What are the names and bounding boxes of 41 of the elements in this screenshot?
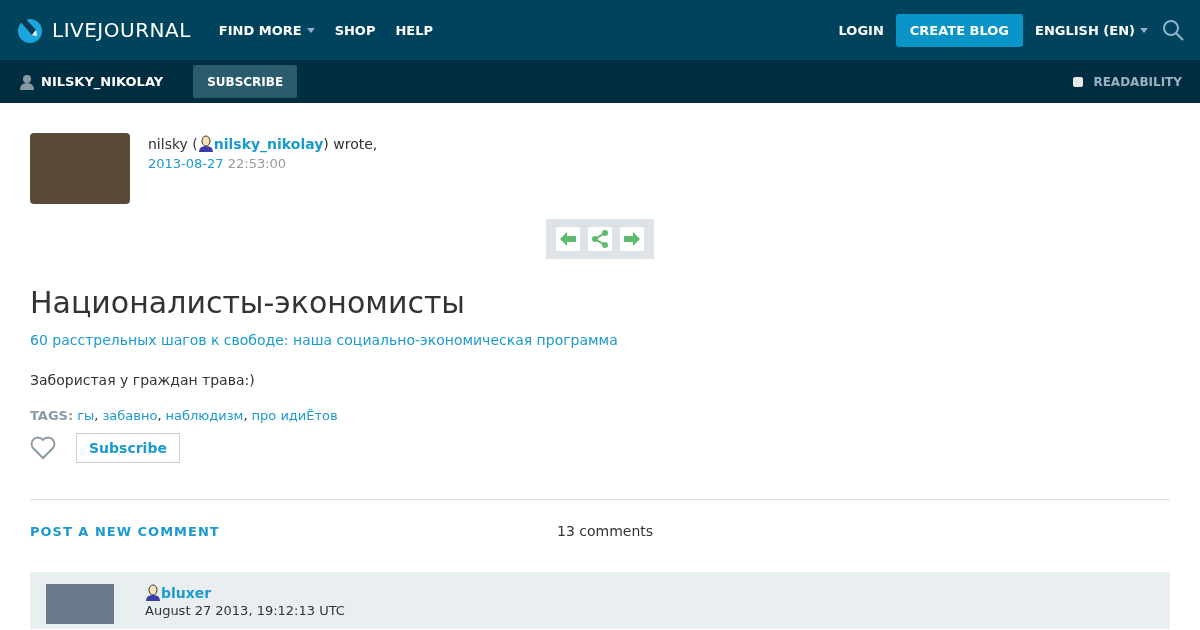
readability-label[interactable]: READABILITY: [1093, 74, 1182, 89]
logo-wordmark[interactable]: LIVEJOURNAL: [52, 18, 191, 42]
photo-placeholder: [46, 584, 114, 624]
post-time: 22:53:00: [227, 156, 287, 171]
user-icon: [197, 135, 214, 152]
nav-link[interactable]: HELP: [385, 22, 444, 38]
comment-date: August 27 2013, 19:12:13 UTC: [145, 603, 345, 618]
post-body: Забористая у граждан трава:): [30, 372, 256, 388]
pencil-logo-icon[interactable]: [16, 16, 44, 44]
readability-checkbox[interactable]: [1073, 76, 1084, 87]
tag-separator: ,: [243, 408, 248, 423]
caret-icon: [1140, 27, 1148, 33]
subscribe-button[interactable]: Subscribe: [76, 433, 180, 463]
tag-link[interactable]: забавно: [102, 408, 158, 423]
tag-separator: ,: [94, 408, 99, 423]
author-name: nilsky (: [148, 135, 198, 152]
wrote-text: ) wrote,: [323, 135, 378, 152]
nav-link[interactable]: FIND MORE: [208, 22, 325, 38]
post-title: Националисты-экономисты: [30, 285, 467, 320]
tag-link[interactable]: наблюдизм: [165, 408, 244, 423]
user-icon: [20, 73, 34, 90]
login-link[interactable]: LOGIN: [828, 22, 894, 38]
create-blog-button[interactable]: CREATE BLOG: [895, 13, 1024, 47]
tag-link[interactable]: про идиЁтов: [251, 408, 338, 423]
journal-username[interactable]: NILSKY_NIKOLAY: [41, 74, 164, 89]
user-icon: [145, 584, 161, 601]
share-icon[interactable]: [588, 227, 612, 251]
tag-link[interactable]: гы: [77, 408, 95, 423]
post-link[interactable]: 60 расстрельных шагов к свободе: наша социально-экономическая программа: [30, 332, 1170, 348]
comment-author-link[interactable]: bluxer: [161, 584, 212, 601]
author-link[interactable]: nilsky_nikolay: [213, 135, 324, 152]
subscribe-button[interactable]: SUBSCRIBE: [193, 65, 298, 98]
tags-label: TAGS:: [30, 408, 74, 423]
date-link[interactable]: 2013-08-27: [148, 156, 224, 171]
comment-count: 13 comments: [557, 523, 654, 539]
tag-separator: ,: [157, 408, 162, 423]
post-comment-link[interactable]: POST A NEW COMMENT: [30, 523, 557, 539]
heart-icon[interactable]: [30, 436, 56, 460]
search-icon[interactable]: [1162, 19, 1184, 41]
nav-link[interactable]: SHOP: [324, 22, 386, 38]
language-selector[interactable]: ENGLISH (EN): [1025, 22, 1158, 38]
